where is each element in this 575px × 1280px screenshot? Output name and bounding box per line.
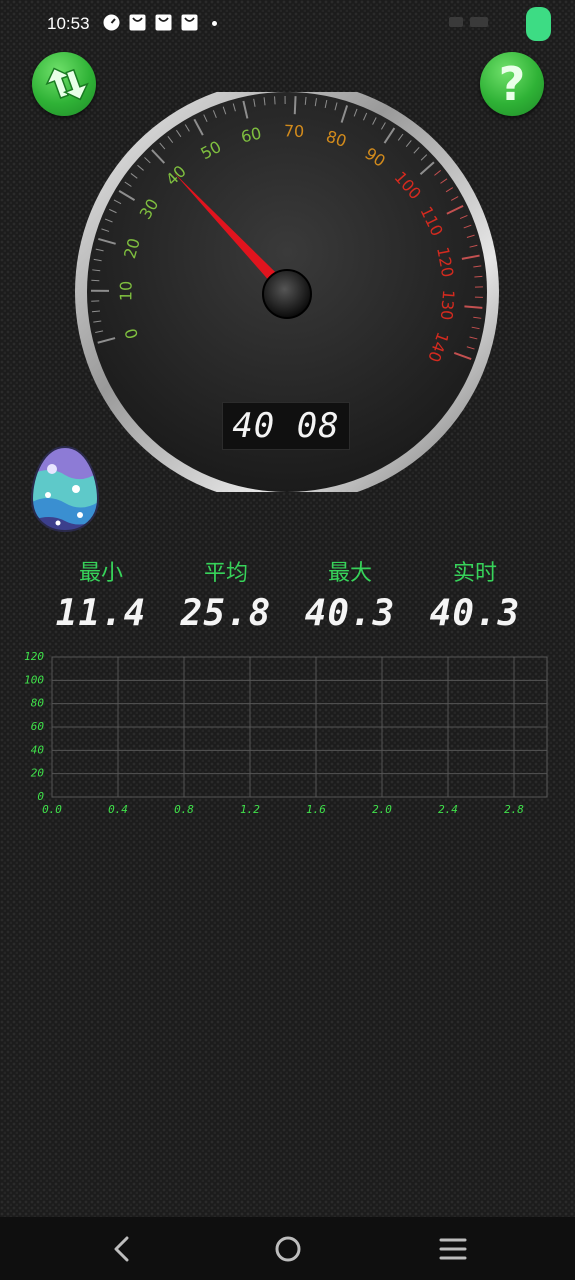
chart-x-tick-label: 1.2	[240, 803, 260, 816]
stat-avg-value: 25.8	[180, 593, 272, 634]
chart-y-tick-label: 40	[31, 743, 45, 756]
stat-max-value: 40.3	[304, 593, 396, 634]
chart-x-ticks: 0.0 0.4 0.8 1.2 1.6 2.0 2.4 2.8	[42, 803, 524, 816]
bag-icon	[129, 14, 146, 31]
chart-y-tick-label: 100	[24, 673, 44, 686]
gauge-tick-label: 130	[437, 289, 458, 321]
home-icon[interactable]	[268, 1229, 308, 1269]
wifi-icon	[470, 17, 488, 27]
chart-grid	[51, 656, 548, 798]
stat-min-value: 11.4	[55, 593, 147, 634]
status-time: 10:53	[47, 14, 90, 33]
bag-icon	[155, 14, 172, 31]
chart-y-tick-label: 120	[24, 650, 44, 663]
chart-x-tick-label: 2.8	[504, 803, 524, 816]
menu-icon[interactable]	[433, 1229, 473, 1269]
stat-avg: 平均 25.8	[166, 558, 286, 638]
gauge-tick	[293, 96, 297, 115]
chart-y-tick-label: 20	[31, 767, 45, 780]
chart-x-tick-label: 0.8	[174, 803, 194, 816]
chart-x-tick-label: 2.4	[438, 803, 458, 816]
chart-y-tick-label: 0	[37, 790, 44, 803]
stat-max: 最大 40.3	[290, 558, 410, 638]
stat-current-value: 40.3	[429, 593, 521, 634]
chart-x-tick-label: 1.6	[306, 803, 326, 816]
speed-display: 40 08	[222, 402, 350, 450]
gauge-hub	[262, 269, 312, 319]
stat-current-label: 实时	[452, 561, 497, 586]
stat-min: 最小 11.4	[41, 558, 161, 638]
navigation-bar	[0, 1217, 575, 1280]
chart-x-tick-label: 0.4	[108, 803, 128, 816]
chart-x-tick-label: 0.0	[42, 803, 62, 816]
stat-avg-label: 平均	[203, 561, 248, 586]
egg-icon[interactable]	[30, 445, 100, 533]
signal-icon	[449, 17, 463, 27]
gauge-tick	[274, 96, 276, 105]
gauge-tick-label: 10	[116, 281, 135, 301]
gauge-tick-label: 70	[283, 121, 304, 141]
back-icon[interactable]	[102, 1229, 142, 1269]
speed-chart: 0 20 40 60 80 100 120 0.0 0.4 0.8 1.2 1.6 2.0 2.4 2.8	[24, 650, 548, 816]
dot-icon	[212, 21, 217, 26]
stat-min-label: 最小	[78, 561, 123, 586]
chart-x-tick-label: 2.0	[372, 803, 392, 816]
chart-y-tick-label: 60	[31, 720, 45, 733]
stat-max-label: 最大	[327, 561, 372, 586]
bag-icon	[181, 14, 198, 31]
stat-current: 实时 40.3	[415, 558, 535, 638]
chart-y-ticks: 0 20 40 60 80 100 120	[24, 650, 44, 803]
speed-icon	[103, 14, 120, 31]
status-bar: 10:53	[0, 0, 575, 48]
chart-y-tick-label: 80	[31, 697, 45, 710]
battery-icon	[526, 7, 551, 41]
gauge-tick	[474, 275, 483, 278]
